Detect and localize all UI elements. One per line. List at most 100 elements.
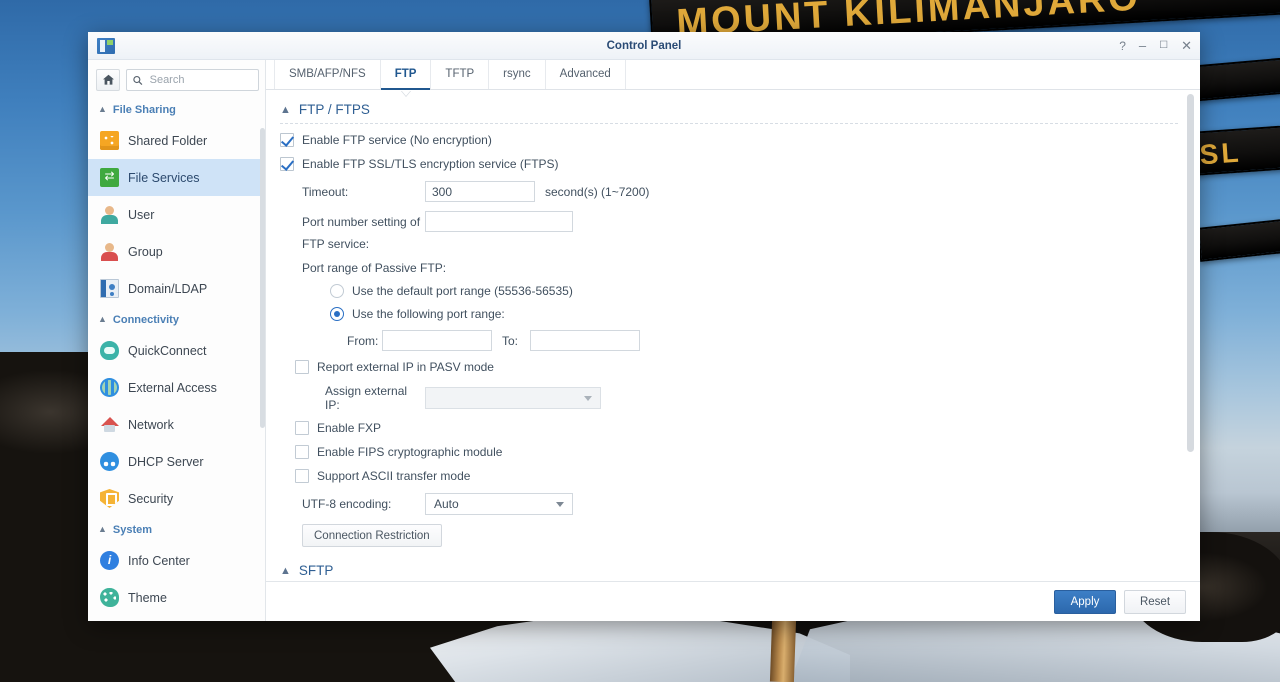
utf8-row: UTF-8 encoding: Auto [280, 493, 1178, 515]
section-title: SFTP [298, 563, 334, 578]
sidebar-item-dhcp-server[interactable]: DHCP Server [88, 443, 265, 480]
assign-external-ip-select[interactable] [425, 387, 601, 409]
settings-pane: ▲ FTP / FTPS Enable FTP service (No encr… [266, 90, 1200, 581]
search-box[interactable] [126, 69, 259, 91]
help-icon[interactable]: ? [1119, 40, 1126, 52]
sidebar-group-label: System [112, 524, 153, 536]
timeout-input[interactable] [425, 181, 535, 202]
port-from-to-row: From: To: [280, 330, 1178, 351]
home-button[interactable] [96, 69, 120, 91]
window-body: ▲ File Sharing Shared Folder File Servic… [88, 60, 1200, 621]
sidebar-item-info-center[interactable]: Info Center [88, 542, 265, 579]
chevron-down-icon [556, 502, 564, 507]
external-access-icon [100, 378, 119, 397]
sidebar-header [88, 66, 265, 94]
report-external-ip-checkbox[interactable] [295, 360, 309, 374]
reset-button[interactable]: Reset [1124, 589, 1186, 614]
group-icon [100, 242, 119, 261]
tab-tftp[interactable]: TFTP [431, 60, 490, 89]
port-to-input[interactable] [530, 330, 640, 351]
sidebar-group-system[interactable]: ▲ System [88, 517, 265, 542]
port-from-input[interactable] [382, 330, 492, 351]
custom-port-range-radio[interactable] [330, 307, 344, 321]
support-ascii-row[interactable]: Support ASCII transfer mode [280, 469, 1178, 483]
control-panel-window: Control Panel ? – ☐ ✕ Search ▲ File Shar… [88, 32, 1200, 621]
utf8-value: Auto [434, 497, 459, 511]
default-port-range-radio[interactable] [330, 284, 344, 298]
sidebar-item-group[interactable]: Group [88, 233, 265, 270]
chevron-up-icon: ▲ [98, 314, 107, 324]
enable-fips-row[interactable]: Enable FIPS cryptographic module [280, 445, 1178, 459]
sidebar: ▲ File Sharing Shared Folder File Servic… [88, 60, 266, 621]
sidebar-item-quickconnect[interactable]: QuickConnect [88, 332, 265, 369]
section-title: FTP / FTPS [298, 102, 370, 117]
ftp-port-label: Port number setting of FTP service: [302, 215, 421, 251]
file-services-icon [100, 167, 119, 187]
sidebar-item-label: Shared Folder [128, 133, 208, 148]
timeout-row: Timeout: second(s) (1~7200) [280, 181, 1178, 202]
enable-fxp-row[interactable]: Enable FXP [280, 421, 1178, 435]
enable-ftps-row[interactable]: Enable FTP SSL/TLS encryption service (F… [280, 157, 1178, 171]
sidebar-group-file-sharing[interactable]: ▲ File Sharing [88, 97, 265, 122]
enable-ftp-row[interactable]: Enable FTP service (No encryption) [280, 133, 1178, 147]
sidebar-item-file-services[interactable]: File Services [88, 159, 265, 196]
enable-ftps-checkbox[interactable] [280, 157, 294, 171]
sidebar-item-label: Info Center [128, 553, 190, 568]
apply-button[interactable]: Apply [1054, 589, 1116, 614]
enable-fxp-checkbox[interactable] [295, 421, 309, 435]
sidebar-item-external-access[interactable]: External Access [88, 369, 265, 406]
section-divider [280, 123, 1178, 124]
custom-port-range-row[interactable]: Use the following port range: [280, 307, 1178, 321]
theme-icon [100, 588, 119, 607]
sidebar-group-label: Connectivity [112, 314, 179, 326]
sidebar-item-user[interactable]: User [88, 196, 265, 233]
window-titlebar[interactable]: Control Panel ? – ☐ ✕ [88, 32, 1200, 60]
quickconnect-icon [100, 341, 119, 360]
sidebar-item-label: User [128, 207, 155, 222]
support-ascii-checkbox[interactable] [295, 469, 309, 483]
sidebar-item-security[interactable]: Security [88, 480, 265, 517]
info-center-icon [100, 551, 119, 570]
sidebar-scroll-area: ▲ File Sharing Shared Folder File Servic… [88, 94, 265, 621]
utf8-label: UTF-8 encoding: [302, 497, 392, 511]
connection-restriction-button[interactable]: Connection Restriction [302, 524, 442, 547]
sidebar-item-label: Group [128, 244, 163, 259]
sidebar-item-domain-ldap[interactable]: Domain/LDAP [88, 270, 265, 307]
default-port-range-row[interactable]: Use the default port range (55536-56535) [280, 284, 1178, 298]
sidebar-scrollbar[interactable] [260, 128, 265, 428]
sidebar-item-label: QuickConnect [128, 343, 207, 358]
content-scrollbar[interactable] [1187, 94, 1194, 452]
maximize-icon[interactable]: ☐ [1159, 40, 1168, 51]
tab-rsync[interactable]: rsync [489, 60, 546, 89]
tab-ftp[interactable]: FTP [380, 60, 432, 90]
sidebar-group-connectivity[interactable]: ▲ Connectivity [88, 307, 265, 332]
content-area: SMB/AFP/NFS FTP TFTP rsync Advanced ▲ FT… [266, 60, 1200, 621]
search-icon [133, 75, 143, 85]
shared-folder-icon [100, 131, 119, 150]
tab-smb-afp-nfs[interactable]: SMB/AFP/NFS [274, 60, 381, 89]
enable-ftp-checkbox[interactable] [280, 133, 294, 147]
sidebar-group-label: File Sharing [112, 104, 176, 116]
search-input[interactable] [147, 73, 252, 87]
section-header-ftp[interactable]: ▲ FTP / FTPS [280, 100, 1178, 123]
sidebar-item-network[interactable]: Network [88, 406, 265, 443]
from-label: From: [347, 333, 379, 348]
minimize-icon[interactable]: – [1139, 39, 1146, 52]
enable-ftp-label: Enable FTP service (No encryption) [302, 133, 492, 147]
tab-advanced[interactable]: Advanced [546, 60, 626, 89]
enable-fips-checkbox[interactable] [295, 445, 309, 459]
enable-fips-label: Enable FIPS cryptographic module [317, 445, 503, 459]
section-header-sftp[interactable]: ▲ SFTP [280, 561, 1178, 581]
timeout-hint: second(s) (1~7200) [545, 184, 650, 199]
window-title: Control Panel [606, 39, 682, 52]
sidebar-item-theme[interactable]: Theme [88, 579, 265, 616]
enable-fxp-label: Enable FXP [317, 421, 382, 435]
close-icon[interactable]: ✕ [1181, 39, 1192, 52]
sidebar-item-label: File Services [128, 170, 200, 185]
report-external-ip-row[interactable]: Report external IP in PASV mode [280, 360, 1178, 374]
utf8-select[interactable]: Auto [425, 493, 573, 515]
tab-bar: SMB/AFP/NFS FTP TFTP rsync Advanced [266, 60, 1200, 90]
chevron-up-icon: ▲ [98, 104, 107, 114]
ftp-port-input[interactable] [425, 211, 573, 232]
sidebar-item-shared-folder[interactable]: Shared Folder [88, 122, 265, 159]
